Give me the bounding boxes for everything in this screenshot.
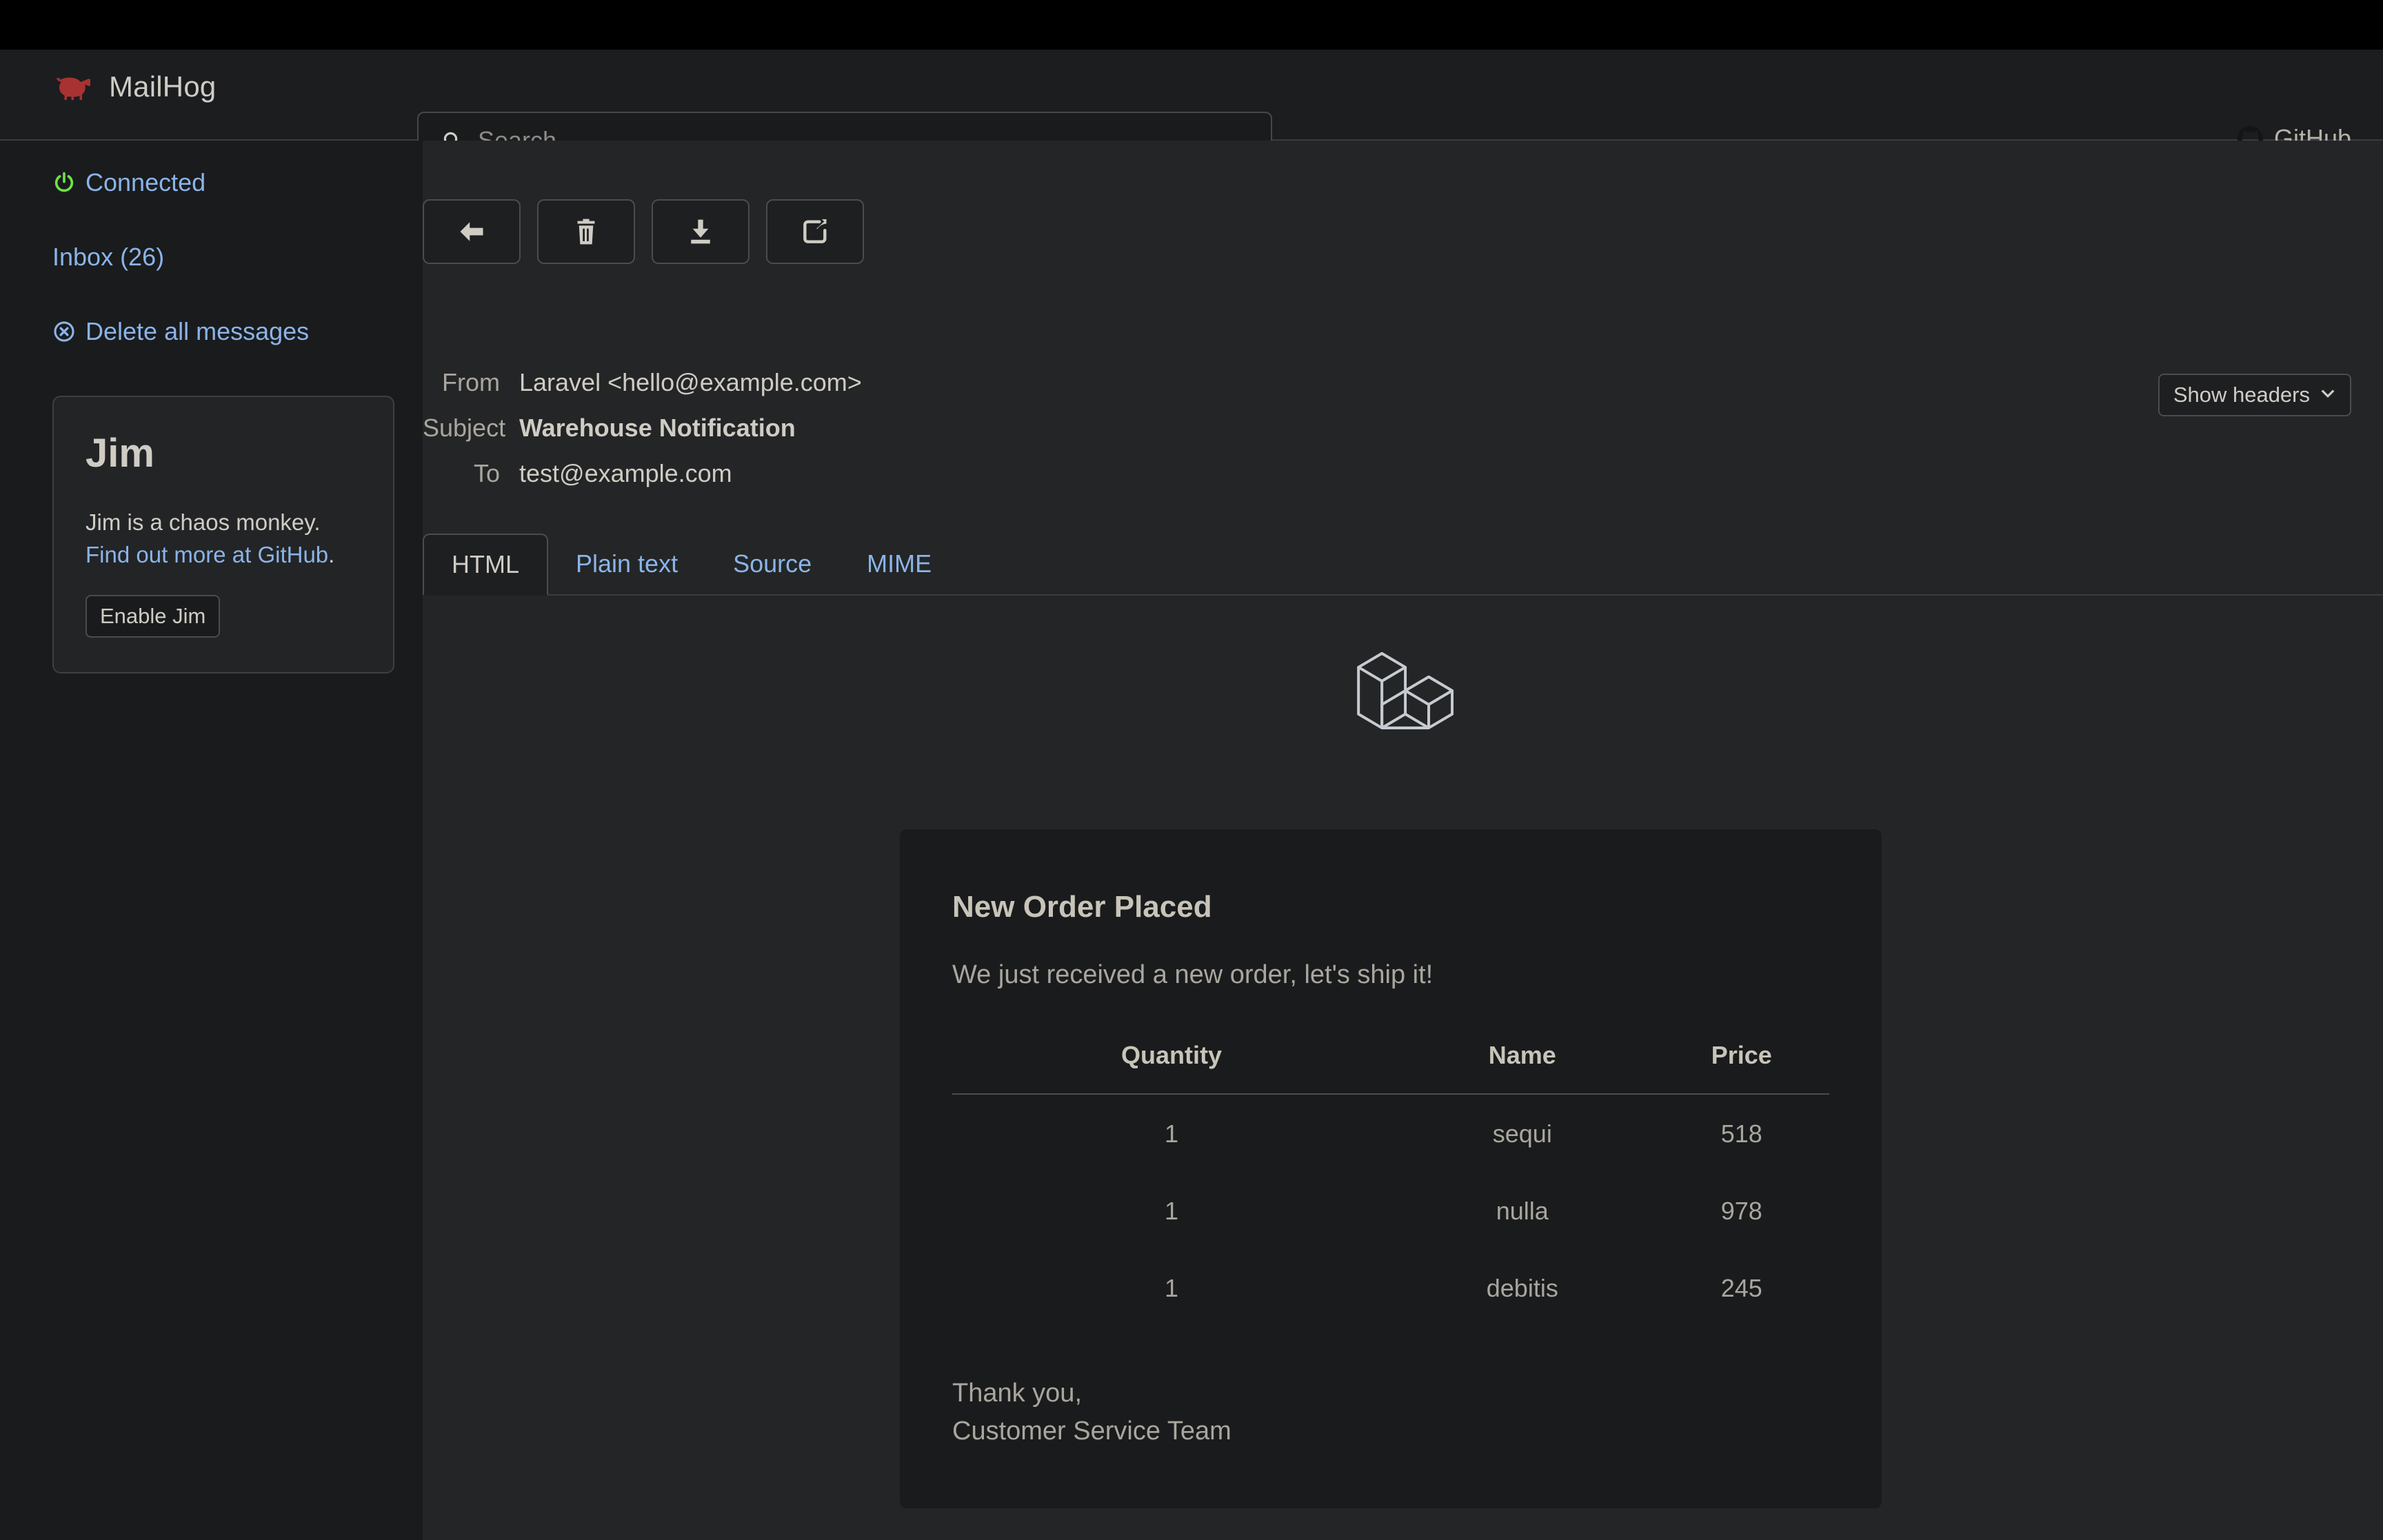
cell-name: sequi (1492, 1119, 1552, 1148)
sidebar-item-inbox[interactable]: Inbox (26) (52, 243, 395, 272)
header-label-to: To (473, 459, 500, 487)
circle-x-icon (54, 321, 74, 342)
connection-status: Connected (52, 168, 395, 197)
release-icon (803, 219, 827, 243)
table-header-row: Quantity Name Price (952, 1041, 1829, 1095)
arrow-left-icon (460, 222, 483, 241)
delete-button[interactable] (537, 199, 635, 264)
delete-all-messages-button[interactable]: Delete all messages (52, 317, 395, 346)
cell-price: 978 (1720, 1197, 1762, 1225)
power-icon (54, 172, 74, 192)
jim-description: Jim is a chaos monkey. Find out more at … (86, 507, 361, 571)
chevron-down-icon (2321, 389, 2335, 398)
cell-quantity: 1 (1164, 1197, 1179, 1225)
cell-quantity: 1 (1164, 1274, 1179, 1302)
tab-plain-text[interactable]: Plain text (548, 534, 705, 594)
email-html-preview: New Order Placed We just received a new … (423, 597, 2383, 1540)
connection-status-label: Connected (86, 168, 206, 196)
signoff-line-1: Thank you, (952, 1379, 1082, 1408)
mailhog-pig-logo-icon (56, 77, 90, 100)
email-title: New Order Placed (952, 890, 1212, 924)
table-row: 1 nulla 978 (952, 1172, 1829, 1249)
release-button[interactable] (766, 199, 864, 264)
cell-price: 245 (1720, 1274, 1762, 1302)
jim-link-suffix: . (328, 541, 335, 567)
column-header-price: Price (1653, 1041, 1829, 1095)
header-row-to: To test@example.com (423, 459, 2383, 488)
sidebar: Connected Inbox (26) Delete all messages… (0, 141, 423, 1540)
tab-source[interactable]: Source (705, 534, 839, 594)
table-row: 1 sequi 518 (952, 1094, 1829, 1172)
trash-icon (577, 219, 595, 245)
header-row-subject: Subject Warehouse Notification (423, 414, 2383, 443)
column-header-name: Name (1391, 1041, 1654, 1095)
laravel-logo-icon (1356, 651, 1454, 729)
header-label-from: From (442, 368, 500, 396)
download-icon (691, 219, 710, 244)
table-row: 1 debitis 245 (952, 1249, 1829, 1326)
show-headers-label: Show headers (2173, 383, 2310, 407)
tab-mime[interactable]: MIME (839, 534, 959, 594)
cell-name: debitis (1486, 1274, 1558, 1302)
message-headers: From Laravel <hello@example.com> Subject… (423, 368, 2383, 505)
jim-title: Jim (86, 431, 154, 476)
header-label-subject: Subject (423, 414, 506, 442)
cell-name: nulla (1496, 1197, 1549, 1225)
jim-description-text: Jim is a chaos monkey. (86, 509, 321, 535)
email-content-card: New Order Placed We just received a new … (900, 829, 1882, 1509)
message-toolbar (423, 194, 2383, 269)
delete-all-messages-label: Delete all messages (86, 317, 310, 345)
brand[interactable]: MailHog (52, 70, 216, 103)
back-button[interactable] (423, 199, 521, 264)
download-button[interactable] (652, 199, 750, 264)
signoff-line-2: Customer Service Team (952, 1417, 1231, 1446)
jim-github-link[interactable]: Find out more at GitHub (86, 542, 328, 567)
cell-quantity: 1 (1164, 1119, 1179, 1148)
email-signoff: Thank you, Customer Service Team (952, 1375, 1829, 1450)
brand-name: MailHog (109, 70, 217, 103)
jim-panel: Jim Jim is a chaos monkey. Find out more… (52, 396, 394, 673)
message-format-tabs: HTML Plain text Source MIME (423, 534, 2383, 596)
header-value-from: Laravel <hello@example.com> (519, 368, 862, 396)
cell-price: 518 (1720, 1119, 1762, 1148)
header-value-subject: Warehouse Notification (519, 414, 796, 442)
column-header-quantity: Quantity (952, 1041, 1391, 1095)
order-table: Quantity Name Price 1 sequi 518 1 nulla … (952, 1041, 1829, 1326)
browser-chrome-bar (0, 0, 2383, 50)
navbar: MailHog GitHub (0, 50, 2383, 170)
email-logo-wrap (423, 597, 2383, 742)
header-value-to: test@example.com (519, 459, 732, 487)
header-row-from: From Laravel <hello@example.com> (423, 368, 2383, 397)
show-headers-button[interactable]: Show headers (2158, 374, 2351, 416)
message-pane: From Laravel <hello@example.com> Subject… (423, 141, 2383, 1540)
tab-html[interactable]: HTML (423, 534, 548, 596)
email-lead: We just received a new order, let's ship… (952, 960, 1434, 989)
enable-jim-button[interactable]: Enable Jim (86, 594, 221, 638)
mailhog-app: MailHog GitHub Connected Inbox (26) (0, 50, 2383, 1540)
